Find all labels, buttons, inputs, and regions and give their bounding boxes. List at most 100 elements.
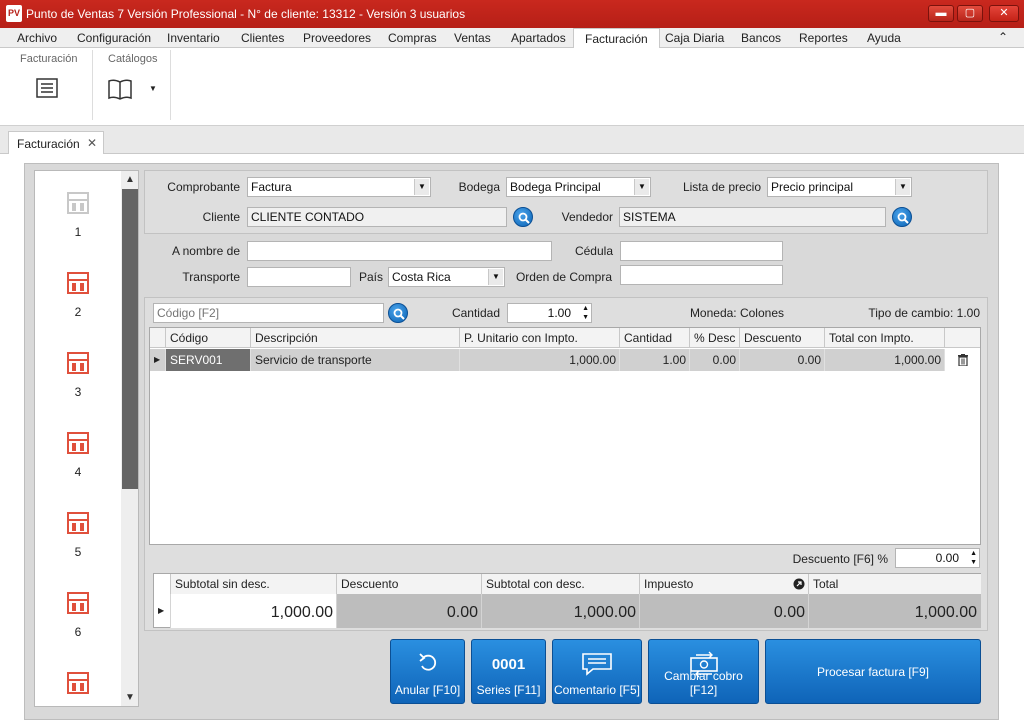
delete-row-button[interactable]: [944, 349, 980, 371]
procesar-factura-label: Procesar factura [F9]: [816, 665, 930, 679]
chevron-down-icon[interactable]: ▼: [414, 179, 429, 195]
ribbon-separator: [170, 50, 171, 120]
tab-archivo[interactable]: Archivo: [17, 28, 57, 48]
cell-descuento[interactable]: 0.00: [739, 349, 825, 371]
tab-proveedores[interactable]: Proveedores: [303, 28, 371, 48]
close-tab-icon[interactable]: ✕: [87, 136, 97, 150]
col-descuento[interactable]: Descuento: [739, 328, 825, 348]
catalogos-dropdown-icon[interactable]: ▼: [149, 84, 157, 93]
descuento-global-stepper[interactable]: 0.00 ▲ ▼: [895, 548, 980, 568]
tab-compras[interactable]: Compras: [388, 28, 437, 48]
maximize-button[interactable]: ▢: [957, 5, 983, 22]
book-icon[interactable]: [107, 78, 133, 100]
stepper-down-icon[interactable]: ▼: [582, 313, 589, 322]
cantidad-stepper[interactable]: 1.00 ▲ ▼: [507, 303, 592, 323]
list-item[interactable]: 3: [35, 351, 121, 431]
col-descripcion[interactable]: Descripción: [250, 328, 460, 348]
cliente-field[interactable]: CLIENTE CONTADO: [247, 207, 507, 227]
tab-ayuda[interactable]: Ayuda: [867, 28, 901, 48]
transporte-field[interactable]: [247, 267, 351, 287]
vendedor-label: Vendedor: [561, 210, 613, 224]
scroll-up-icon[interactable]: ▲: [125, 174, 135, 185]
col-codigo[interactable]: Código: [165, 328, 251, 348]
table-header: Código Descripción P. Unitario con Impto…: [150, 328, 980, 348]
pais-label: País: [358, 270, 383, 284]
tab-clientes[interactable]: Clientes: [241, 28, 284, 48]
cell-codigo[interactable]: SERV001: [165, 349, 251, 371]
list-item[interactable]: 5: [35, 511, 121, 591]
list-scrollbar[interactable]: ▲ ▼: [121, 171, 138, 706]
moneda-label: Moneda: Colones: [689, 306, 784, 320]
table-row[interactable]: ▶ SERV001 Servicio de transporte 1,000.0…: [150, 349, 980, 371]
list-item[interactable]: 7: [35, 671, 121, 706]
cambiar-cobro-button[interactable]: Cambiar cobro [F12]: [648, 639, 759, 704]
series-button[interactable]: 0001 Series [F11]: [471, 639, 546, 704]
list-item[interactable]: 1: [35, 191, 121, 271]
search-codigo-button[interactable]: [388, 303, 408, 323]
tab-caja-diaria[interactable]: Caja Diaria: [665, 28, 724, 48]
col-cantidad[interactable]: Cantidad: [619, 328, 690, 348]
cliente-label: Cliente: [202, 210, 240, 224]
col-precio[interactable]: P. Unitario con Impto.: [459, 328, 620, 348]
close-window-button[interactable]: ✕: [989, 5, 1019, 22]
chevron-down-icon[interactable]: ▼: [895, 179, 910, 195]
tab-inventario[interactable]: Inventario: [167, 28, 220, 48]
procesar-factura-button[interactable]: Procesar factura [F9]: [765, 639, 981, 704]
lista-precio-select[interactable]: Precio principal ▼: [767, 177, 912, 197]
tab-ventas[interactable]: Ventas: [454, 28, 491, 48]
cell-precio[interactable]: 1,000.00: [459, 349, 620, 371]
totals-subtotal-desc-value: 1,000.00: [481, 594, 640, 628]
external-link-icon[interactable]: [793, 578, 805, 590]
stepper-arrows[interactable]: ▲ ▼: [970, 549, 977, 567]
ribbon-group-catalogos: Catálogos: [108, 53, 158, 65]
cell-descripcion[interactable]: Servicio de transporte: [250, 349, 460, 371]
orden-compra-field[interactable]: [620, 265, 783, 285]
list-item[interactable]: 6: [35, 591, 121, 671]
cell-pct-desc[interactable]: 0.00: [689, 349, 740, 371]
stepper-up-icon[interactable]: ▲: [970, 549, 977, 558]
col-total[interactable]: Total con Impto.: [824, 328, 945, 348]
minimize-button[interactable]: ▬: [928, 5, 954, 22]
scroll-thumb[interactable]: [122, 189, 138, 489]
tab-apartados[interactable]: Apartados: [511, 28, 566, 48]
cedula-field[interactable]: [620, 241, 783, 261]
search-vendedor-button[interactable]: [892, 207, 912, 227]
tab-reportes[interactable]: Reportes: [799, 28, 848, 48]
a-nombre-field[interactable]: [247, 241, 552, 261]
tab-bancos[interactable]: Bancos: [741, 28, 781, 48]
invoice-list-icon[interactable]: [36, 78, 58, 98]
ribbon-group-facturacion: Facturación: [20, 53, 78, 65]
comentario-button[interactable]: Comentario [F5]: [552, 639, 642, 704]
comprobante-select[interactable]: Factura ▼: [247, 177, 431, 197]
totals-total-header: Total: [808, 574, 981, 594]
col-pct-desc[interactable]: % Desc: [689, 328, 740, 348]
stepper-up-icon[interactable]: ▲: [582, 304, 589, 313]
totals-total-value: 1,000.00: [808, 594, 981, 628]
codigo-search-input[interactable]: [153, 303, 384, 323]
scroll-down-icon[interactable]: ▼: [125, 692, 135, 703]
pais-select[interactable]: Costa Rica ▼: [388, 267, 505, 287]
comentario-label: Comentario [F5]: [553, 683, 641, 697]
stepper-arrows[interactable]: ▲ ▼: [582, 304, 589, 322]
register-icon: [67, 272, 89, 294]
chevron-down-icon[interactable]: ▼: [634, 179, 649, 195]
anular-button[interactable]: Anular [F10]: [390, 639, 465, 704]
list-item[interactable]: 4: [35, 431, 121, 511]
stepper-down-icon[interactable]: ▼: [970, 558, 977, 567]
vendedor-field[interactable]: SISTEMA: [619, 207, 886, 227]
cell-total[interactable]: 1,000.00: [824, 349, 945, 371]
tab-configuracion[interactable]: Configuración: [77, 28, 151, 48]
menu-bar: Archivo Configuración Inventario Cliente…: [0, 28, 1024, 49]
list-item[interactable]: 2: [35, 271, 121, 351]
chevron-down-icon[interactable]: ▼: [488, 269, 503, 285]
bodega-select[interactable]: Bodega Principal ▼: [506, 177, 651, 197]
col-actions: [944, 328, 980, 348]
tab-facturacion[interactable]: Facturación: [573, 28, 660, 49]
cell-cantidad[interactable]: 1.00: [619, 349, 690, 371]
anular-label: Anular [F10]: [394, 683, 461, 697]
doc-tab-facturacion[interactable]: Facturación ✕: [8, 131, 104, 154]
totals-subtotal-header: Subtotal sin desc.: [170, 574, 337, 594]
collapse-ribbon-icon[interactable]: ⌃: [998, 30, 1008, 44]
lista-precio-value: Precio principal: [771, 180, 854, 194]
search-cliente-button[interactable]: [513, 207, 533, 227]
